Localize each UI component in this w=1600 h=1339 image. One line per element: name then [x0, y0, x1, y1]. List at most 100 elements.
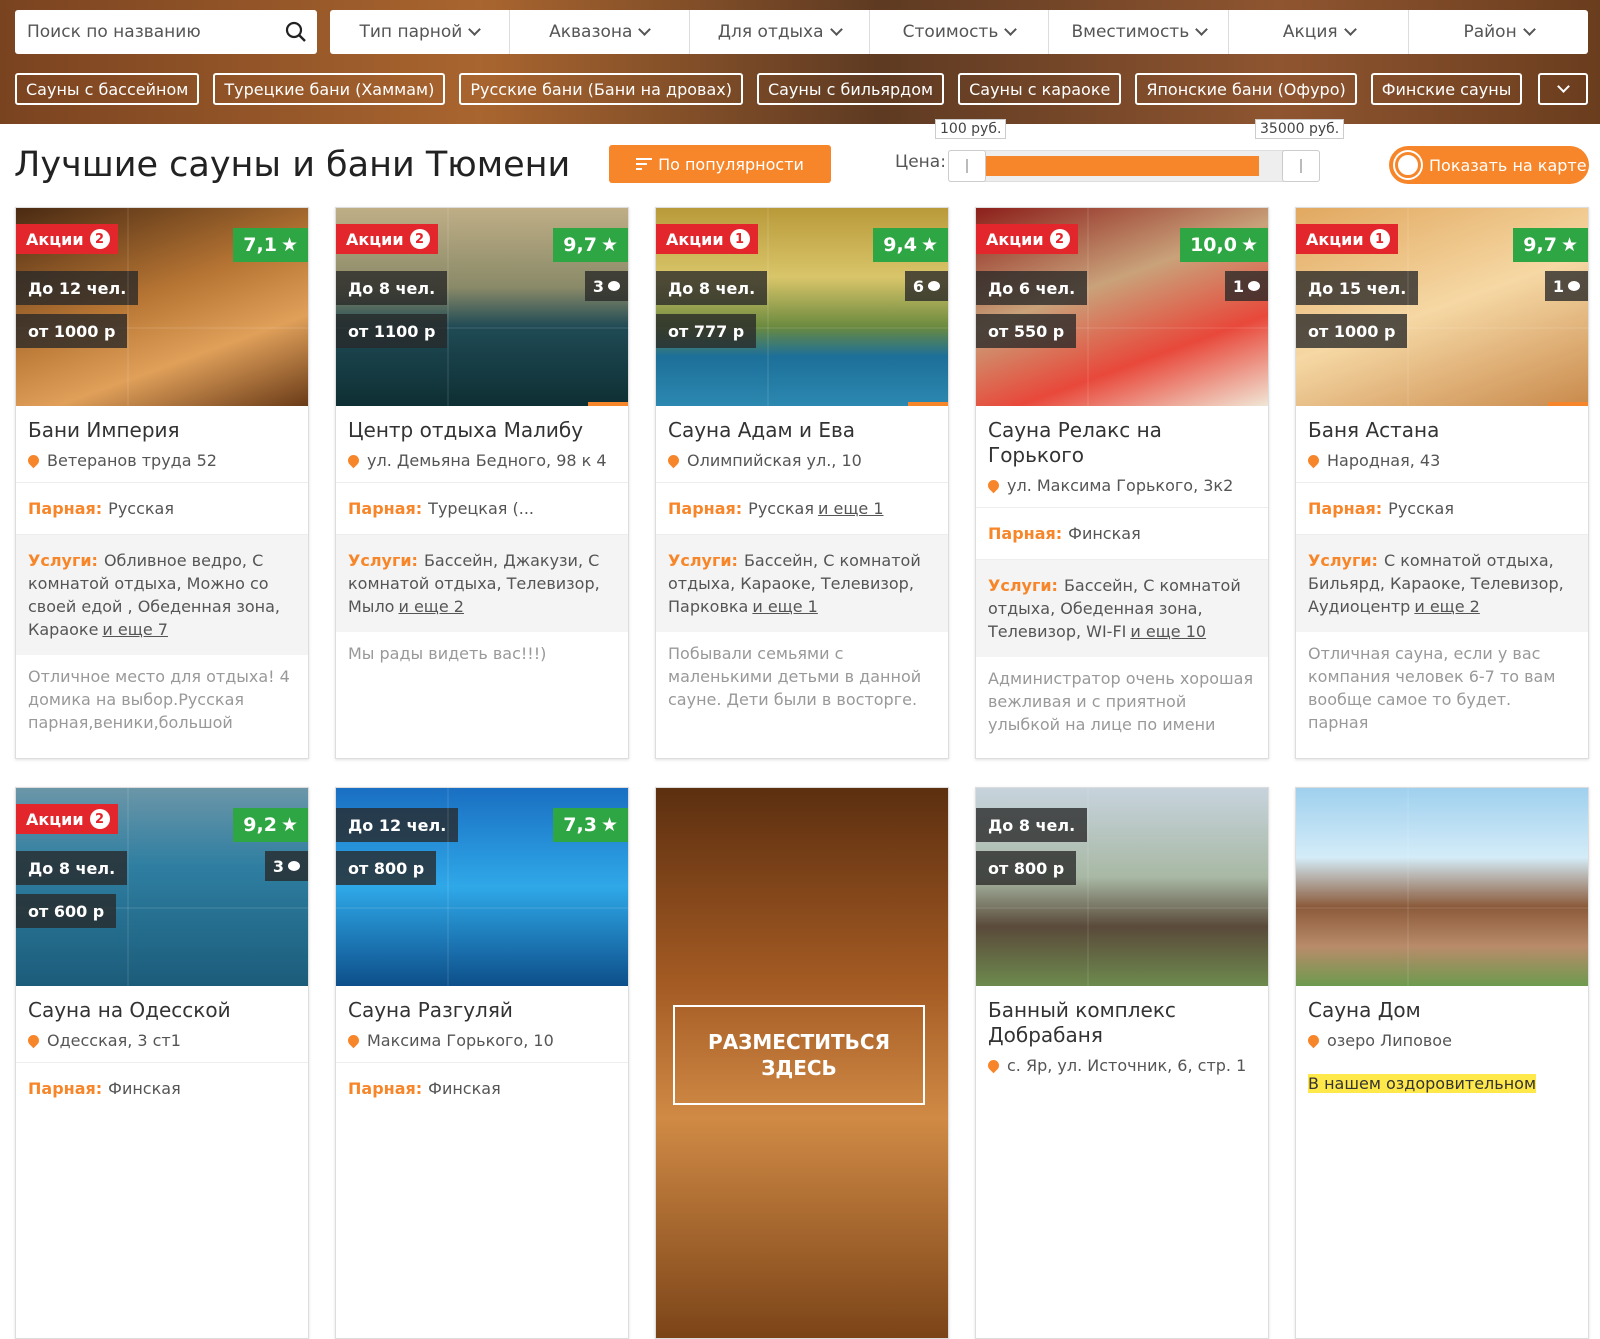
room-more-link[interactable]: и еще 1	[818, 499, 884, 518]
promo-badge[interactable]: Акции 1	[1296, 224, 1398, 254]
promo-badge[interactable]: Акции 2	[16, 224, 118, 254]
description-snippet: В нашем оздоровительном	[1308, 1074, 1537, 1093]
review-snippet: Отличная сауна, если у вас компания чело…	[1308, 644, 1556, 732]
capacity-badge: До 6 чел.	[976, 271, 1088, 305]
price-slider[interactable]	[948, 150, 1320, 182]
services: Услуги: Бассейн, С комнатой отдыха, Карао…	[656, 534, 948, 632]
sauna-name[interactable]: Центр отдыха Малибу	[336, 406, 628, 443]
sauna-photo[interactable]: Акции 2 10,0 ★ До 6 чел. 1 от 550 р	[976, 208, 1268, 406]
sauna-photo[interactable]: Акции 2 9,7 ★ До 8 чел. 3 от 1100 р	[336, 208, 628, 406]
capacity-badge: До 15 чел.	[1296, 271, 1419, 305]
tag-hammam[interactable]: Турецкие бани (Хаммам)	[213, 73, 446, 105]
review-count: 3	[264, 851, 308, 881]
sauna-photo[interactable]: До 8 чел. от 800 р	[976, 788, 1268, 986]
sauna-card[interactable]: Акции 1 9,7 ★ До 15 чел. 1 от 1000 р Баня …	[1295, 207, 1589, 759]
sauna-name[interactable]: Банный комплекс Добрабаня	[976, 986, 1268, 1048]
filter-bar: Тип парной Аквазона Для отдыха Стоимость…	[330, 10, 1588, 54]
sauna-name[interactable]: Баня Астана	[1296, 406, 1588, 443]
tag-karaoke[interactable]: Сауны с караоке	[958, 73, 1122, 105]
room-type: Парная: Финская	[16, 1062, 308, 1114]
price-badge: от 600 р	[16, 894, 117, 928]
price-badge: от 1000 р	[1296, 314, 1408, 348]
chevron-down-icon	[1343, 23, 1357, 36]
promo-badge[interactable]: Акции 2	[16, 804, 118, 834]
toggle-knob	[1395, 152, 1421, 178]
filter-room-type[interactable]: Тип парной	[330, 10, 510, 54]
sauna-name[interactable]: Бани Империя	[16, 406, 308, 443]
sauna-address: Максима Горького, 10	[336, 1023, 628, 1062]
sauna-name[interactable]: Сауна Адам и Ева	[656, 406, 948, 443]
search-input[interactable]: Поиск по названию	[15, 10, 317, 54]
sauna-photo[interactable]	[1296, 788, 1588, 986]
filter-district[interactable]: Район	[1409, 10, 1588, 54]
services-more-link[interactable]: и еще 10	[1130, 622, 1206, 641]
search-icon[interactable]	[285, 21, 307, 43]
sauna-card[interactable]: Акции 2 9,2 ★ До 8 чел. 3 от 600 р Сауна н…	[15, 787, 309, 1339]
tag-finnish[interactable]: Финские сауны	[1370, 73, 1523, 105]
sauna-card[interactable]: Акции 2 10,0 ★ До 6 чел. 1 от 550 р Сауна …	[975, 207, 1269, 759]
rating-badge: 7,1 ★	[233, 228, 308, 262]
sauna-photo[interactable]: Акции 1 9,4 ★ До 8 чел. 6 от 777 р	[656, 208, 948, 406]
sauna-card[interactable]: Акции 2 9,7 ★ До 8 чел. 3 от 1100 р Центр …	[335, 207, 629, 759]
services-more-link[interactable]: и еще 7	[102, 620, 168, 639]
sauna-name[interactable]: Сауна Дом	[1296, 986, 1588, 1023]
filter-promo[interactable]: Акция	[1229, 10, 1410, 54]
tag-pool[interactable]: Сауны с бассейном	[15, 73, 200, 105]
rating-badge: 9,2 ★	[233, 808, 308, 842]
price-badge: от 777 р	[656, 314, 757, 348]
sauna-card[interactable]: Акции 1 9,4 ★ До 8 чел. 6 от 777 р Сауна А…	[655, 207, 949, 759]
services-more-link[interactable]: и еще 1	[752, 597, 818, 616]
advertise-button[interactable]: РАЗМЕСТИТЬСЯ ЗДЕСЬ	[673, 1005, 925, 1105]
services: Услуги: Бассейн, С комнатой отдыха, Обеде…	[976, 559, 1268, 657]
tag-billiards[interactable]: Сауны с бильярдом	[756, 73, 945, 105]
sort-label: По популярности	[658, 154, 804, 174]
tag-ofuro[interactable]: Японские бани (Офуро)	[1135, 73, 1357, 105]
capacity-badge: До 8 чел.	[336, 271, 448, 305]
services-more-link[interactable]: и еще 2	[398, 597, 464, 616]
sauna-photo[interactable]: Акции 1 9,7 ★ До 15 чел. 1 от 1000 р	[1296, 208, 1588, 406]
filter-aquazone[interactable]: Аквазона	[510, 10, 690, 54]
sauna-name[interactable]: Сауна Релакс на Горького	[976, 406, 1268, 468]
price-max-handle[interactable]	[1282, 150, 1320, 182]
sauna-card[interactable]: 7,3 ★ До 12 чел. от 800 р Сауна Разгуляй …	[335, 787, 629, 1339]
filter-capacity[interactable]: Вместимость	[1049, 10, 1230, 54]
star-icon: ★	[600, 234, 618, 256]
tag-russian[interactable]: Русские бани (Бани на дровах)	[459, 73, 743, 105]
filter-leisure[interactable]: Для отдыха	[690, 10, 870, 54]
room-type: Парная: Финская	[976, 507, 1268, 559]
sauna-card[interactable]: До 8 чел. от 800 р Банный комплекс Добра…	[975, 787, 1269, 1339]
review-snippet: Отличное место для отдыха! 4 домика на в…	[28, 667, 290, 732]
review-count: 1	[1224, 271, 1268, 301]
sauna-photo[interactable]: Акции 2 7,1 ★ До 12 чел. от 1000 р	[16, 208, 308, 406]
filter-cost[interactable]: Стоимость	[870, 10, 1050, 54]
price-badge: от 1100 р	[336, 314, 448, 348]
show-map-toggle[interactable]: Показать на карте	[1389, 146, 1589, 184]
sauna-name[interactable]: Сауна Разгуляй	[336, 986, 628, 1023]
advertise-card[interactable]: РАЗМЕСТИТЬСЯ ЗДЕСЬ	[655, 787, 949, 1339]
sauna-name[interactable]: Сауна на Одесской	[16, 986, 308, 1023]
sauna-card[interactable]: Акции 2 7,1 ★ До 12 чел. от 1000 р Бани Им…	[15, 207, 309, 759]
tags-expand-button[interactable]	[1538, 73, 1588, 105]
sauna-photo[interactable]: 7,3 ★ До 12 чел. от 800 р	[336, 788, 628, 986]
price-max-tooltip: 35000 руб.	[1255, 119, 1345, 139]
price-min-handle[interactable]	[948, 150, 986, 182]
sauna-address: Ветеранов труда 52	[16, 443, 308, 482]
rating-badge: 10,0 ★	[1180, 228, 1268, 262]
chevron-down-icon	[1556, 80, 1570, 93]
sort-button[interactable]: По популярности	[609, 145, 831, 183]
star-icon: ★	[1240, 234, 1258, 256]
promo-badge[interactable]: Акции 2	[976, 224, 1078, 254]
sauna-address: ул. Максима Горького, 3к2	[976, 468, 1268, 507]
location-pin-icon	[25, 452, 42, 469]
listing-grid: Акции 2 7,1 ★ До 12 чел. от 1000 р Бани Им…	[15, 207, 1590, 1339]
capacity-badge: До 8 чел.	[656, 271, 768, 305]
sauna-address: ул. Демьяна Бедного, 98 к 4	[336, 443, 628, 482]
search-placeholder: Поиск по названию	[27, 22, 201, 42]
promo-badge[interactable]: Акции 2	[336, 224, 438, 254]
chevron-down-icon	[829, 23, 843, 36]
room-type: Парная: Финская	[336, 1062, 628, 1114]
promo-badge[interactable]: Акции 1	[656, 224, 758, 254]
sauna-photo[interactable]: Акции 2 9,2 ★ До 8 чел. 3 от 600 р	[16, 788, 308, 986]
services-more-link[interactable]: и еще 2	[1414, 597, 1480, 616]
sauna-card[interactable]: Сауна Дом озеро Липовое В нашем оздорови…	[1295, 787, 1589, 1339]
